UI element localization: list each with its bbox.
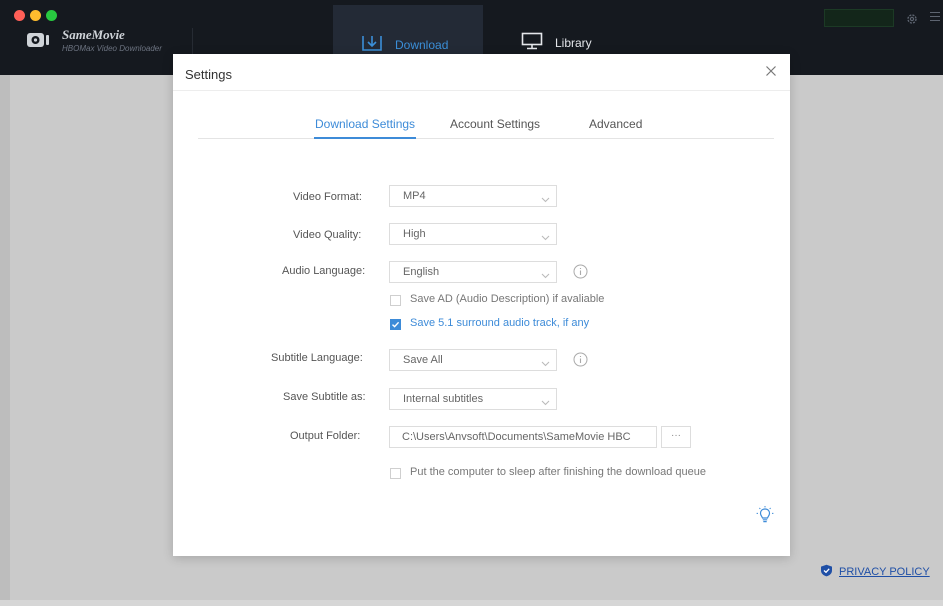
nav-library-label: Library — [555, 35, 592, 50]
output-folder-value: C:\Users\Anvsoft\Documents\SameMovie HBC — [402, 431, 631, 443]
privacy-policy-label: PRIVACY POLICY — [839, 566, 930, 578]
subtitle-language-value: Save All — [403, 354, 443, 366]
save-51-label: Save 5.1 surround audio track, if any — [410, 317, 590, 329]
monitor-icon — [521, 32, 543, 53]
subtitle-language-select[interactable]: Save All — [389, 349, 557, 371]
save-ad-checkbox[interactable] — [390, 295, 401, 306]
chevron-down-icon — [541, 356, 550, 370]
audio-language-value: English — [403, 266, 440, 278]
browse-folder-button[interactable]: ··· — [661, 426, 691, 448]
tab-advanced[interactable]: Advanced — [589, 117, 642, 131]
sidebar-shadow — [0, 75, 10, 606]
info-icon[interactable] — [573, 352, 588, 370]
save-subtitle-as-value: Internal subtitles — [403, 393, 484, 405]
save-subtitle-as-label: Save Subtitle as: — [283, 391, 366, 403]
window-minimize-button[interactable] — [30, 10, 41, 21]
chevron-down-icon — [541, 395, 550, 409]
menu-icon[interactable] — [930, 12, 943, 24]
status-bar — [824, 9, 894, 27]
active-tab-indicator — [314, 137, 416, 139]
brand: SameMovie HBOMax Video Downloader — [62, 27, 162, 53]
save-51-checkbox[interactable] — [390, 319, 401, 330]
gear-icon[interactable] — [906, 13, 918, 28]
settings-tabs: Download Settings Account Settings Advan… — [198, 114, 774, 139]
sleep-checkbox[interactable] — [390, 468, 401, 479]
subtitle-language-label: Subtitle Language: — [271, 352, 363, 364]
window-maximize-button[interactable] — [46, 10, 57, 21]
dialog-header: Settings — [173, 54, 790, 91]
info-icon[interactable] — [573, 264, 588, 282]
close-icon[interactable] — [765, 65, 777, 80]
chevron-down-icon — [541, 192, 550, 206]
output-folder-label: Output Folder: — [290, 430, 361, 442]
window-controls — [14, 10, 57, 21]
lightbulb-icon[interactable] — [756, 506, 774, 529]
video-quality-value: High — [403, 228, 426, 240]
dialog-title: Settings — [185, 67, 232, 82]
audio-language-label: Audio Language: — [282, 265, 366, 277]
video-format-select[interactable]: MP4 — [389, 185, 557, 207]
output-folder-field[interactable]: C:\Users\Anvsoft\Documents\SameMovie HBC — [389, 426, 657, 448]
nav-download-label: Download — [395, 38, 449, 52]
privacy-policy-link[interactable]: PRIVACY POLICY — [820, 564, 930, 580]
save-ad-label: Save AD (Audio Description) if avaliable — [410, 293, 605, 305]
download-icon — [361, 34, 383, 55]
video-format-label: Video Format: — [293, 191, 362, 203]
samemovie-logo-icon — [26, 30, 52, 50]
tab-account-settings[interactable]: Account Settings — [450, 117, 540, 131]
nav-library[interactable]: Library — [521, 32, 592, 53]
audio-language-select[interactable]: English — [389, 261, 557, 283]
tab-download-settings[interactable]: Download Settings — [315, 117, 415, 131]
chevron-down-icon — [541, 230, 550, 244]
video-quality-select[interactable]: High — [389, 223, 557, 245]
save-subtitle-as-select[interactable]: Internal subtitles — [389, 388, 557, 410]
app-subtitle: HBOMax Video Downloader — [62, 44, 162, 53]
bottom-strip — [0, 600, 943, 606]
video-quality-label: Video Quality: — [293, 229, 362, 241]
settings-dialog: Settings Download Settings Account Setti… — [173, 54, 790, 556]
chevron-down-icon — [541, 268, 550, 282]
app-name: SameMovie — [62, 27, 125, 42]
sleep-label: Put the computer to sleep after finishin… — [410, 466, 706, 478]
video-format-value: MP4 — [403, 190, 426, 202]
divider — [192, 28, 193, 56]
shield-icon — [820, 564, 833, 580]
window-close-button[interactable] — [14, 10, 25, 21]
